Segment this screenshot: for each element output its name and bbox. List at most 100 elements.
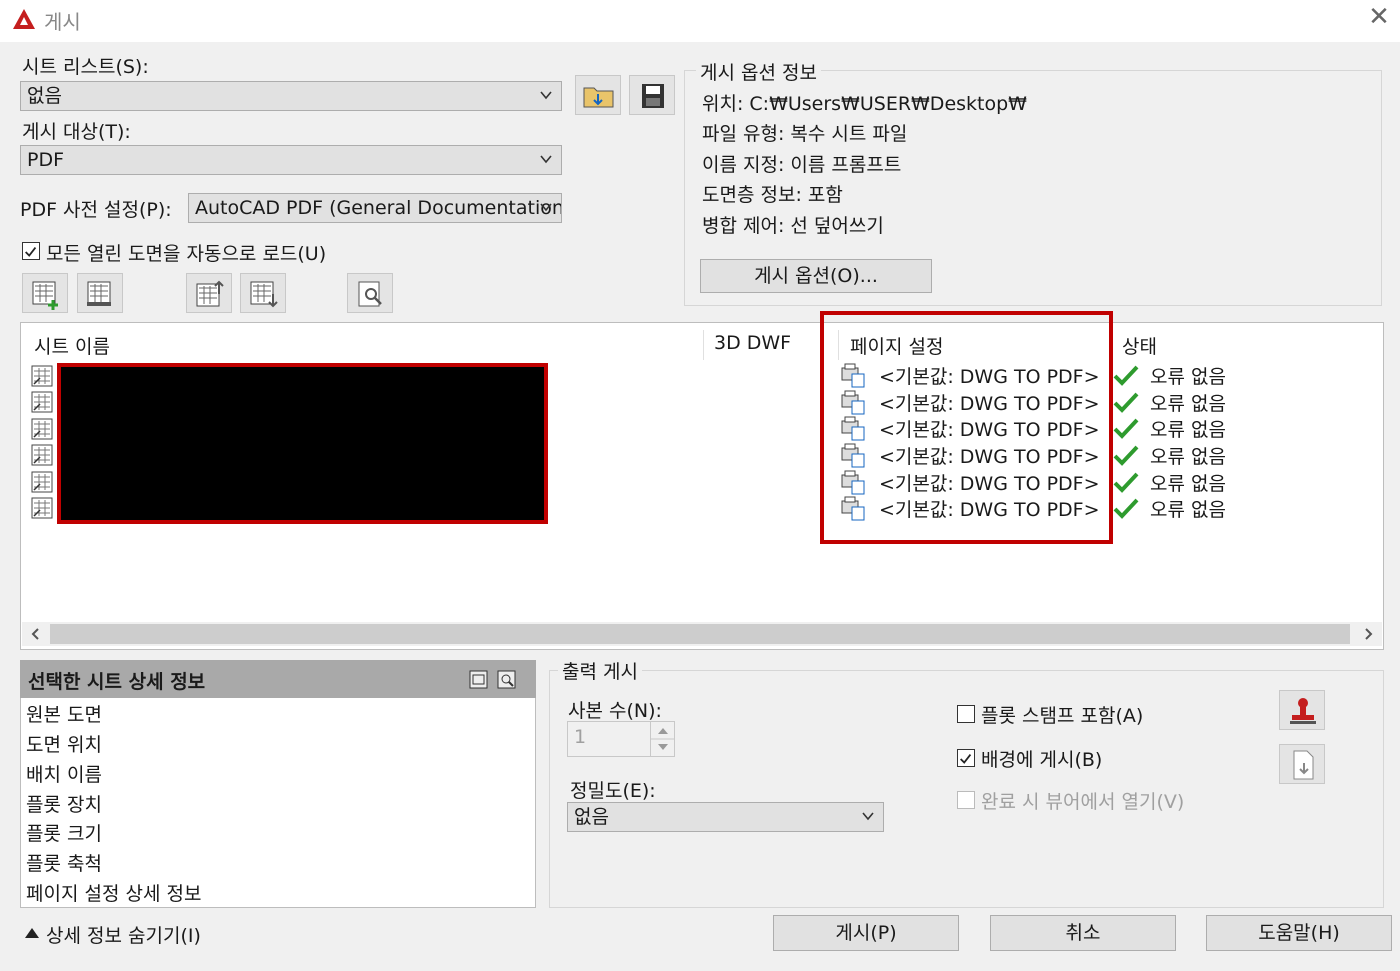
chevron-down-icon (540, 91, 552, 100)
triangle-up-icon[interactable] (24, 926, 40, 940)
hide-details-link[interactable]: 상세 정보 숨기기(I) (46, 921, 201, 948)
folder-open-icon (583, 87, 614, 108)
close-icon[interactable]: ✕ (1366, 4, 1392, 30)
column-3d-dwf[interactable]: 3D DWF (714, 332, 791, 354)
export-details-button[interactable] (1279, 744, 1325, 784)
pdf-preset-label: PDF 사전 설정(P): (20, 199, 172, 221)
stepper-arrows-icon (651, 728, 675, 750)
page-setup-cell[interactable]: <기본값: DWG TO PDF> (879, 469, 1100, 496)
help-button[interactable]: 도움말(H) (1206, 915, 1392, 951)
move-up-icon (196, 280, 224, 307)
status-cell: 오류 없음 (1150, 419, 1226, 441)
background-checkbox[interactable] (957, 749, 975, 767)
status-cell: 오류 없음 (1150, 446, 1226, 468)
page-setup-icon (841, 416, 865, 441)
page-setup-cell[interactable]: <기본값: DWG TO PDF> (879, 415, 1100, 442)
add-sheets-button[interactable] (22, 273, 68, 313)
page-setup-cell[interactable]: <기본값: DWG TO PDF> (879, 362, 1100, 389)
auto-load-checkbox[interactable] (22, 242, 40, 260)
title-bar (0, 0, 1400, 42)
page-setup-cell[interactable]: <기본값: DWG TO PDF> (879, 389, 1100, 416)
add-sheet-icon (32, 281, 58, 310)
status-ok-icon (1113, 498, 1139, 519)
move-sheet-down-button[interactable] (240, 273, 286, 313)
page-setup-icon (841, 496, 865, 521)
column-status[interactable]: 상태 (1122, 332, 1157, 359)
output-title: 출력 게시 (558, 657, 642, 684)
publish-button[interactable]: 게시(P) (773, 915, 959, 951)
background-label: 배경에 게시(B) (981, 749, 1103, 771)
scroll-left-icon[interactable] (28, 626, 44, 642)
publish-to-value: PDF (27, 149, 65, 171)
page-setup-icon (841, 390, 865, 415)
status-ok-icon (1113, 472, 1139, 493)
publish-option-merge: 병합 제어: 선 덮어쓰기 (702, 215, 884, 237)
status-cell: 오류 없음 (1150, 499, 1226, 521)
copy-details-icon[interactable] (468, 669, 490, 691)
status-ok-icon (1113, 418, 1139, 439)
sheet-layout-icon (31, 444, 53, 466)
column-sheet-name[interactable]: 시트 이름 (34, 332, 110, 359)
publish-options-button[interactable]: 게시 옵션(O)... (700, 259, 932, 293)
stamp-icon (1290, 698, 1316, 724)
remove-sheets-button[interactable] (77, 273, 123, 313)
publish-option-file-type: 파일 유형: 복수 시트 파일 (702, 123, 908, 145)
sheet-layout-icon (31, 391, 53, 413)
page-setup-icon (841, 443, 865, 468)
window-title: 게시 (44, 10, 81, 34)
page-setup-cell[interactable]: <기본값: DWG TO PDF> (879, 495, 1100, 522)
page-setup-cell[interactable]: <기본값: DWG TO PDF> (879, 442, 1100, 469)
open-viewer-checkbox[interactable] (957, 791, 975, 809)
chevron-down-icon (540, 155, 552, 164)
open-viewer-label: 완료 시 뷰어에서 열기(V) (981, 791, 1185, 813)
redacted-sheet-names (57, 363, 548, 524)
pdf-preset-select[interactable]: AutoCAD PDF (General Documentation (188, 193, 562, 223)
scrollbar-thumb[interactable] (50, 624, 1350, 644)
precision-select[interactable]: 없음 (567, 802, 884, 832)
move-down-icon (250, 281, 278, 308)
plot-stamp-settings-button[interactable] (1279, 690, 1325, 730)
copies-value: 1 (574, 726, 587, 748)
cancel-button[interactable]: 취소 (990, 915, 1176, 951)
details-preview-icon[interactable] (496, 669, 518, 691)
move-sheet-up-button[interactable] (186, 273, 232, 313)
chevron-down-icon (862, 812, 874, 821)
status-ok-icon (1113, 365, 1139, 386)
sheet-list-value: 없음 (27, 85, 62, 107)
page-setup-icon (841, 363, 865, 388)
save-sheet-list-button[interactable] (629, 75, 675, 115)
sheet-list-select[interactable]: 없음 (20, 81, 562, 111)
details-item: 배치 이름 (26, 764, 102, 786)
details-item: 도면 위치 (26, 734, 102, 756)
preview-button[interactable] (347, 273, 393, 313)
load-sheet-list-button[interactable] (575, 75, 621, 115)
checkmark-icon (960, 754, 972, 764)
plot-stamp-label: 플롯 스탬프 포함(A) (981, 705, 1144, 727)
details-item: 페이지 설정 상세 정보 (26, 883, 202, 905)
publish-options-title: 게시 옵션 정보 (696, 58, 821, 85)
copies-stepper[interactable]: 1 (567, 721, 675, 757)
details-item: 플롯 크기 (26, 823, 102, 845)
stepper-buttons[interactable] (650, 722, 675, 756)
checkmark-icon (25, 247, 37, 257)
status-cell: 오류 없음 (1150, 393, 1226, 415)
publish-to-select[interactable]: PDF (20, 145, 562, 175)
precision-label: 정밀도(E): (570, 780, 656, 802)
details-item: 플롯 장치 (26, 794, 102, 816)
publish-option-location: 위치: C:₩Users₩USER₩Desktop₩ (702, 93, 1027, 115)
sheet-layout-icon (31, 497, 53, 519)
scroll-right-icon[interactable] (1360, 626, 1376, 642)
sheet-layout-icon (31, 365, 53, 387)
status-ok-icon (1113, 445, 1139, 466)
sheet-layout-icon (31, 418, 53, 440)
plot-stamp-checkbox[interactable] (957, 705, 975, 723)
status-cell: 오류 없음 (1150, 366, 1226, 388)
status-ok-icon (1113, 392, 1139, 413)
auto-load-label: 모든 열린 도면을 자동으로 로드(U) (46, 243, 327, 265)
publish-option-layer-info: 도면층 정보: 포함 (702, 184, 843, 206)
autocad-logo-icon (13, 9, 35, 29)
preview-icon (358, 281, 382, 307)
copies-label: 사본 수(N): (568, 700, 662, 722)
publish-option-naming: 이름 지정: 이름 프롬프트 (702, 154, 902, 176)
sheet-list-label: 시트 리스트(S): (22, 56, 149, 78)
